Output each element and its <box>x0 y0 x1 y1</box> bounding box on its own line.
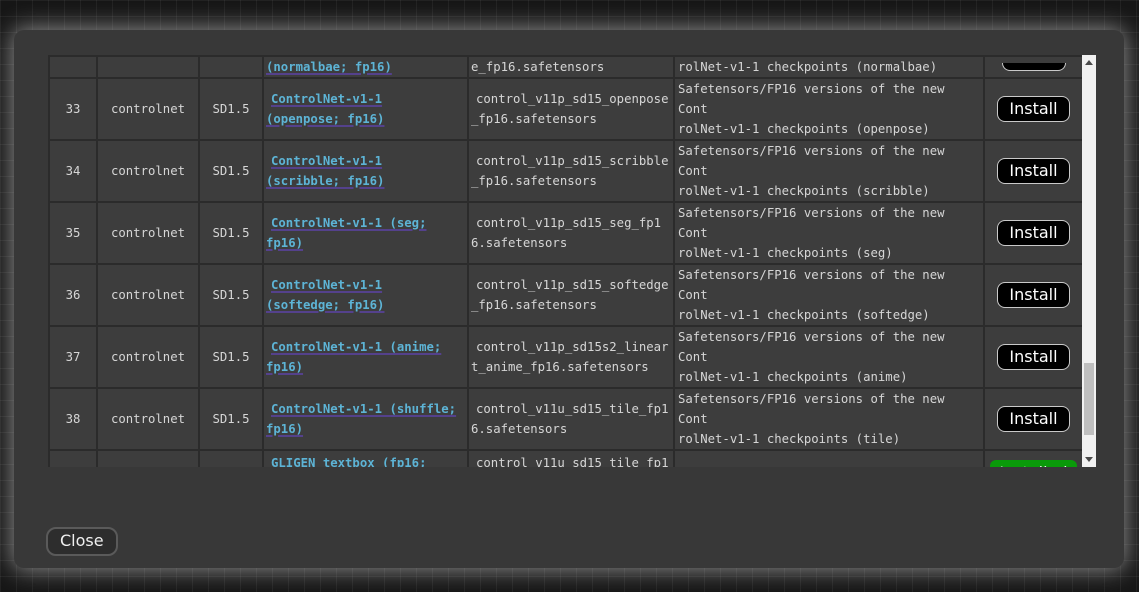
down-arrow-icon <box>1085 457 1093 462</box>
scrollbar-down-button[interactable] <box>1082 452 1096 467</box>
installed-button[interactable]: Installed <box>990 460 1077 467</box>
model-action-cell <box>984 56 1082 78</box>
model-name-link[interactable]: ControlNet-v1-1 (scribble; fp16) <box>266 151 384 191</box>
model-type: controlnet <box>97 264 199 326</box>
model-base: SD1.5 <box>199 264 263 326</box>
model-description: rolNet-v1-1 checkpoints (normalbae) <box>674 56 984 78</box>
model-base: SD1.5 <box>199 450 263 467</box>
model-name-link[interactable]: GLIGEN textbox (fp16; pruned) <box>266 453 426 467</box>
model-description: Safetensors/FP16 versions of the new Con… <box>674 202 984 264</box>
model-name-link[interactable]: ControlNet-v1-1 (anime; fp16) <box>266 337 441 377</box>
model-type <box>97 56 199 78</box>
table-row: 37 controlnet SD1.5 ControlNet-v1-1 (ani… <box>49 326 1082 388</box>
model-base: SD1.5 <box>199 202 263 264</box>
model-action-cell: Install <box>984 388 1082 450</box>
model-filename: e_fp16.safetensors <box>468 56 674 78</box>
model-base: SD1.5 <box>199 388 263 450</box>
install-button[interactable]: Install <box>997 344 1069 370</box>
model-filename: control_v11p_sd15_softedge _fp16.safeten… <box>468 264 674 326</box>
install-button[interactable]: Install <box>997 96 1069 122</box>
model-name-cell: ControlNet-v1-1 (scribble; fp16) <box>263 140 468 202</box>
scrollbar-up-button[interactable] <box>1082 55 1096 70</box>
model-base <box>199 56 263 78</box>
model-description: Safetensors/FP16 versions of the new Con… <box>674 264 984 326</box>
model-action-cell: Install <box>984 78 1082 140</box>
table-row: 36 controlnet SD1.5 ControlNet-v1-1 (sof… <box>49 264 1082 326</box>
models-table-viewport[interactable]: (normalbae; fp16) e_fp16.safetensors rol… <box>48 55 1082 467</box>
model-base: SD1.5 <box>199 140 263 202</box>
model-base: SD1.5 <box>199 78 263 140</box>
model-id: 37 <box>49 326 97 388</box>
model-action-cell: Install <box>984 202 1082 264</box>
model-name-link[interactable]: (normalbae; fp16) <box>266 57 392 77</box>
model-name-cell: ControlNet-v1-1 (shuffle; fp16) <box>263 388 468 450</box>
model-name-link[interactable]: ControlNet-v1-1 (softedge; fp16) <box>266 275 384 315</box>
install-button[interactable]: Install <box>997 282 1069 308</box>
table-row: 39 gligen SD1.5 GLIGEN textbox (fp16; pr… <box>49 450 1082 467</box>
model-id: 35 <box>49 202 97 264</box>
model-id: 34 <box>49 140 97 202</box>
install-button-partial[interactable] <box>1002 63 1066 71</box>
model-type: controlnet <box>97 202 199 264</box>
model-id: 39 <box>49 450 97 467</box>
model-name-cell: ControlNet-v1-1 (openpose; fp16) <box>263 78 468 140</box>
table-row-partial: (normalbae; fp16) e_fp16.safetensors rol… <box>49 56 1082 78</box>
model-description: Safetensors/FP16 versions of the new Con… <box>674 326 984 388</box>
model-action-cell: Install <box>984 140 1082 202</box>
model-name-cell: (normalbae; fp16) <box>263 56 468 78</box>
model-description: GLIGEN textbox model <box>674 450 984 467</box>
model-id: 33 <box>49 78 97 140</box>
model-description: Safetensors/FP16 versions of the new Con… <box>674 78 984 140</box>
table-row: 34 controlnet SD1.5 ControlNet-v1-1 (scr… <box>49 140 1082 202</box>
model-name-cell: ControlNet-v1-1 (anime; fp16) <box>263 326 468 388</box>
model-action-cell: Install <box>984 264 1082 326</box>
install-button[interactable]: Install <box>997 158 1069 184</box>
table-row: 35 controlnet SD1.5 ControlNet-v1-1 (seg… <box>49 202 1082 264</box>
up-arrow-icon <box>1085 60 1093 65</box>
model-type: controlnet <box>97 78 199 140</box>
model-name-cell: ControlNet-v1-1 (softedge; fp16) <box>263 264 468 326</box>
table-row: 33 controlnet SD1.5 ControlNet-v1-1 (ope… <box>49 78 1082 140</box>
models-table-area: (normalbae; fp16) e_fp16.safetensors rol… <box>48 55 1096 467</box>
install-button[interactable]: Install <box>997 406 1069 432</box>
model-name-cell: GLIGEN textbox (fp16; pruned) <box>263 450 468 467</box>
model-filename: control_v11p_sd15s2_linear t_anime_fp16.… <box>468 326 674 388</box>
model-id: 38 <box>49 388 97 450</box>
model-filename: control_v11u_sd15_tile_fp1 6.safetensors <box>468 388 674 450</box>
model-action-cell: Install <box>984 326 1082 388</box>
model-description: Safetensors/FP16 versions of the new Con… <box>674 388 984 450</box>
model-action-cell: Installed <box>984 450 1082 467</box>
model-type: gligen <box>97 450 199 467</box>
scrollbar-thumb[interactable] <box>1084 363 1094 435</box>
model-filename: control_v11p_sd15_seg_fp1 6.safetensors <box>468 202 674 264</box>
model-id <box>49 56 97 78</box>
model-id: 36 <box>49 264 97 326</box>
model-filename: control_v11u_sd15_tile_fp1 6.safetensors <box>468 450 674 467</box>
model-filename: control_v11p_sd15_openpose _fp16.safeten… <box>468 78 674 140</box>
table-scrollbar[interactable] <box>1082 55 1096 467</box>
model-filename: control_v11p_sd15_scribble _fp16.safeten… <box>468 140 674 202</box>
close-button[interactable]: Close <box>46 527 118 556</box>
model-type: controlnet <box>97 140 199 202</box>
install-button[interactable]: Install <box>997 220 1069 246</box>
model-type: controlnet <box>97 326 199 388</box>
model-name-link[interactable]: ControlNet-v1-1 (openpose; fp16) <box>266 89 384 129</box>
install-models-dialog: (normalbae; fp16) e_fp16.safetensors rol… <box>14 30 1124 568</box>
model-name-cell: ControlNet-v1-1 (seg; fp16) <box>263 202 468 264</box>
models-table: (normalbae; fp16) e_fp16.safetensors rol… <box>48 55 1082 467</box>
table-row: 38 controlnet SD1.5 ControlNet-v1-1 (shu… <box>49 388 1082 450</box>
model-name-link[interactable]: ControlNet-v1-1 (seg; fp16) <box>266 213 426 253</box>
model-description: Safetensors/FP16 versions of the new Con… <box>674 140 984 202</box>
model-base: SD1.5 <box>199 326 263 388</box>
model-name-link[interactable]: ControlNet-v1-1 (shuffle; fp16) <box>266 399 456 439</box>
model-type: controlnet <box>97 388 199 450</box>
